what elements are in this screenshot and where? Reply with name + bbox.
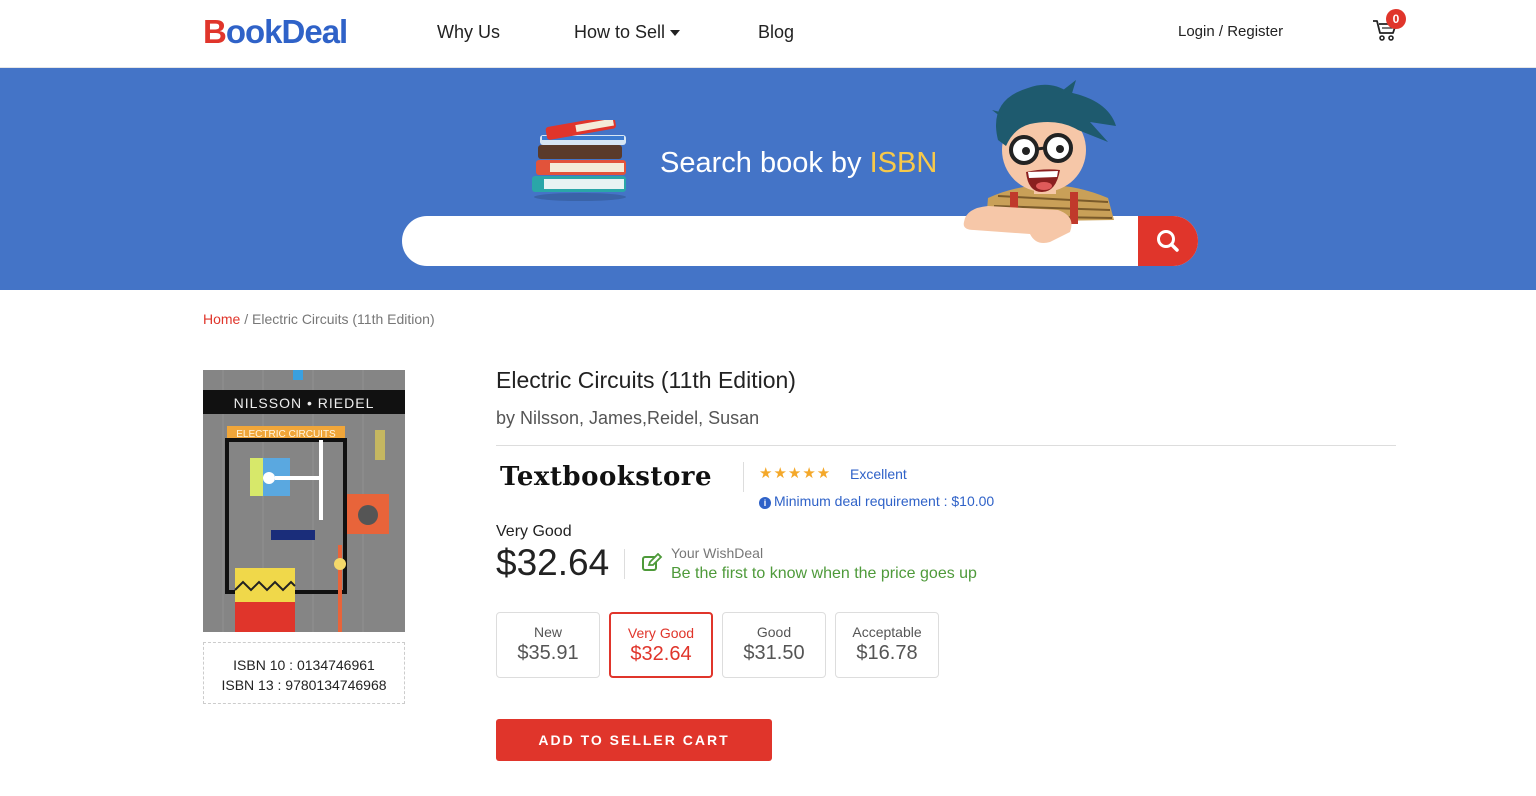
login-register-link[interactable]: Login / Register (1178, 23, 1283, 40)
isbn13-text: ISBN 13 : 9780134746968 (221, 677, 387, 693)
info-icon: i (759, 497, 771, 509)
nav-blog[interactable]: Blog (758, 21, 794, 43)
condition-price: $16.78 (856, 642, 918, 664)
condition-price: $32.64 (630, 643, 692, 665)
add-to-seller-cart-button[interactable]: ADD TO SELLER CART (496, 719, 772, 761)
site-header: BookDeal Why Us How to Sell Blog Login /… (0, 0, 1536, 68)
condition-option-very-good[interactable]: Very Good $32.64 (609, 612, 713, 678)
mascot-illustration (963, 80, 1116, 243)
book-stack-icon (532, 120, 626, 201)
breadcrumb: Home / Electric Circuits (11th Edition) (203, 311, 435, 327)
book-title: Electric Circuits (11th Edition) (496, 367, 796, 393)
condition-label: Good (756, 624, 792, 640)
minimum-deal-text: Minimum deal requirement : $10.00 (774, 493, 995, 509)
selected-price: $32.64 (496, 542, 610, 583)
seller-separator (743, 462, 744, 492)
edit-icon[interactable] (641, 553, 663, 573)
price-separator (624, 549, 625, 579)
search-banner: Search book by ISBN (0, 68, 1536, 290)
nav-how-to-sell[interactable]: How to Sell (574, 21, 681, 43)
caret-down-icon (670, 30, 681, 37)
divider (496, 445, 1396, 446)
condition-price: $31.50 (743, 642, 805, 664)
logo-text: ookDeal (225, 13, 348, 50)
banner-title-highlight: ISBN (869, 147, 938, 179)
book-authors: by Nilsson, James,Reidel, Susan (496, 408, 760, 428)
book-cover-image: NILSSON • RIEDEL ELECTRIC CIRCUITS (203, 370, 405, 632)
wishdeal-link[interactable]: Be the first to know when the price goes… (671, 565, 977, 583)
wishdeal-label: Your WishDeal (671, 545, 764, 561)
search-button[interactable] (1138, 216, 1198, 266)
condition-price: $35.91 (517, 642, 579, 664)
condition-label: New (533, 624, 562, 640)
cart-count-badge: 0 (1386, 9, 1406, 29)
condition-label: Acceptable (852, 624, 922, 640)
condition-option-acceptable[interactable]: Acceptable $16.78 (835, 612, 939, 678)
search-icon (1157, 230, 1179, 252)
condition-label: Very Good (627, 625, 695, 641)
banner-title-text: Search book by (660, 147, 870, 179)
condition-option-new[interactable]: New $35.91 (496, 612, 600, 678)
isbn10-text: ISBN 10 : 0134746961 (233, 657, 375, 673)
seller-logo: Textbookstore (500, 462, 713, 492)
logo-letter: B (203, 13, 227, 50)
seller-rating-label: Excellent (850, 466, 907, 482)
breadcrumb-separator: / (240, 311, 253, 327)
bookdeal-logo[interactable]: BookDeal (203, 13, 348, 50)
breadcrumb-current: Electric Circuits (11th Edition) (252, 311, 435, 327)
condition-option-good[interactable]: Good $31.50 (722, 612, 826, 678)
minimum-deal-info: i Minimum deal requirement : $10.00 (759, 493, 994, 509)
banner-title: Search book by ISBN (660, 146, 937, 180)
breadcrumb-home-link[interactable]: Home (203, 311, 240, 327)
isbn-info: ISBN 10 : 0134746961 ISBN 13 : 978013474… (203, 642, 405, 704)
nav-why-us[interactable]: Why Us (437, 21, 500, 43)
star-rating-icon: ★★★★★ (759, 465, 832, 482)
nav-how-to-sell-label: How to Sell (574, 22, 666, 42)
selected-condition-label: Very Good (496, 523, 572, 540)
cover-authors: NILSSON • RIEDEL (234, 395, 375, 411)
